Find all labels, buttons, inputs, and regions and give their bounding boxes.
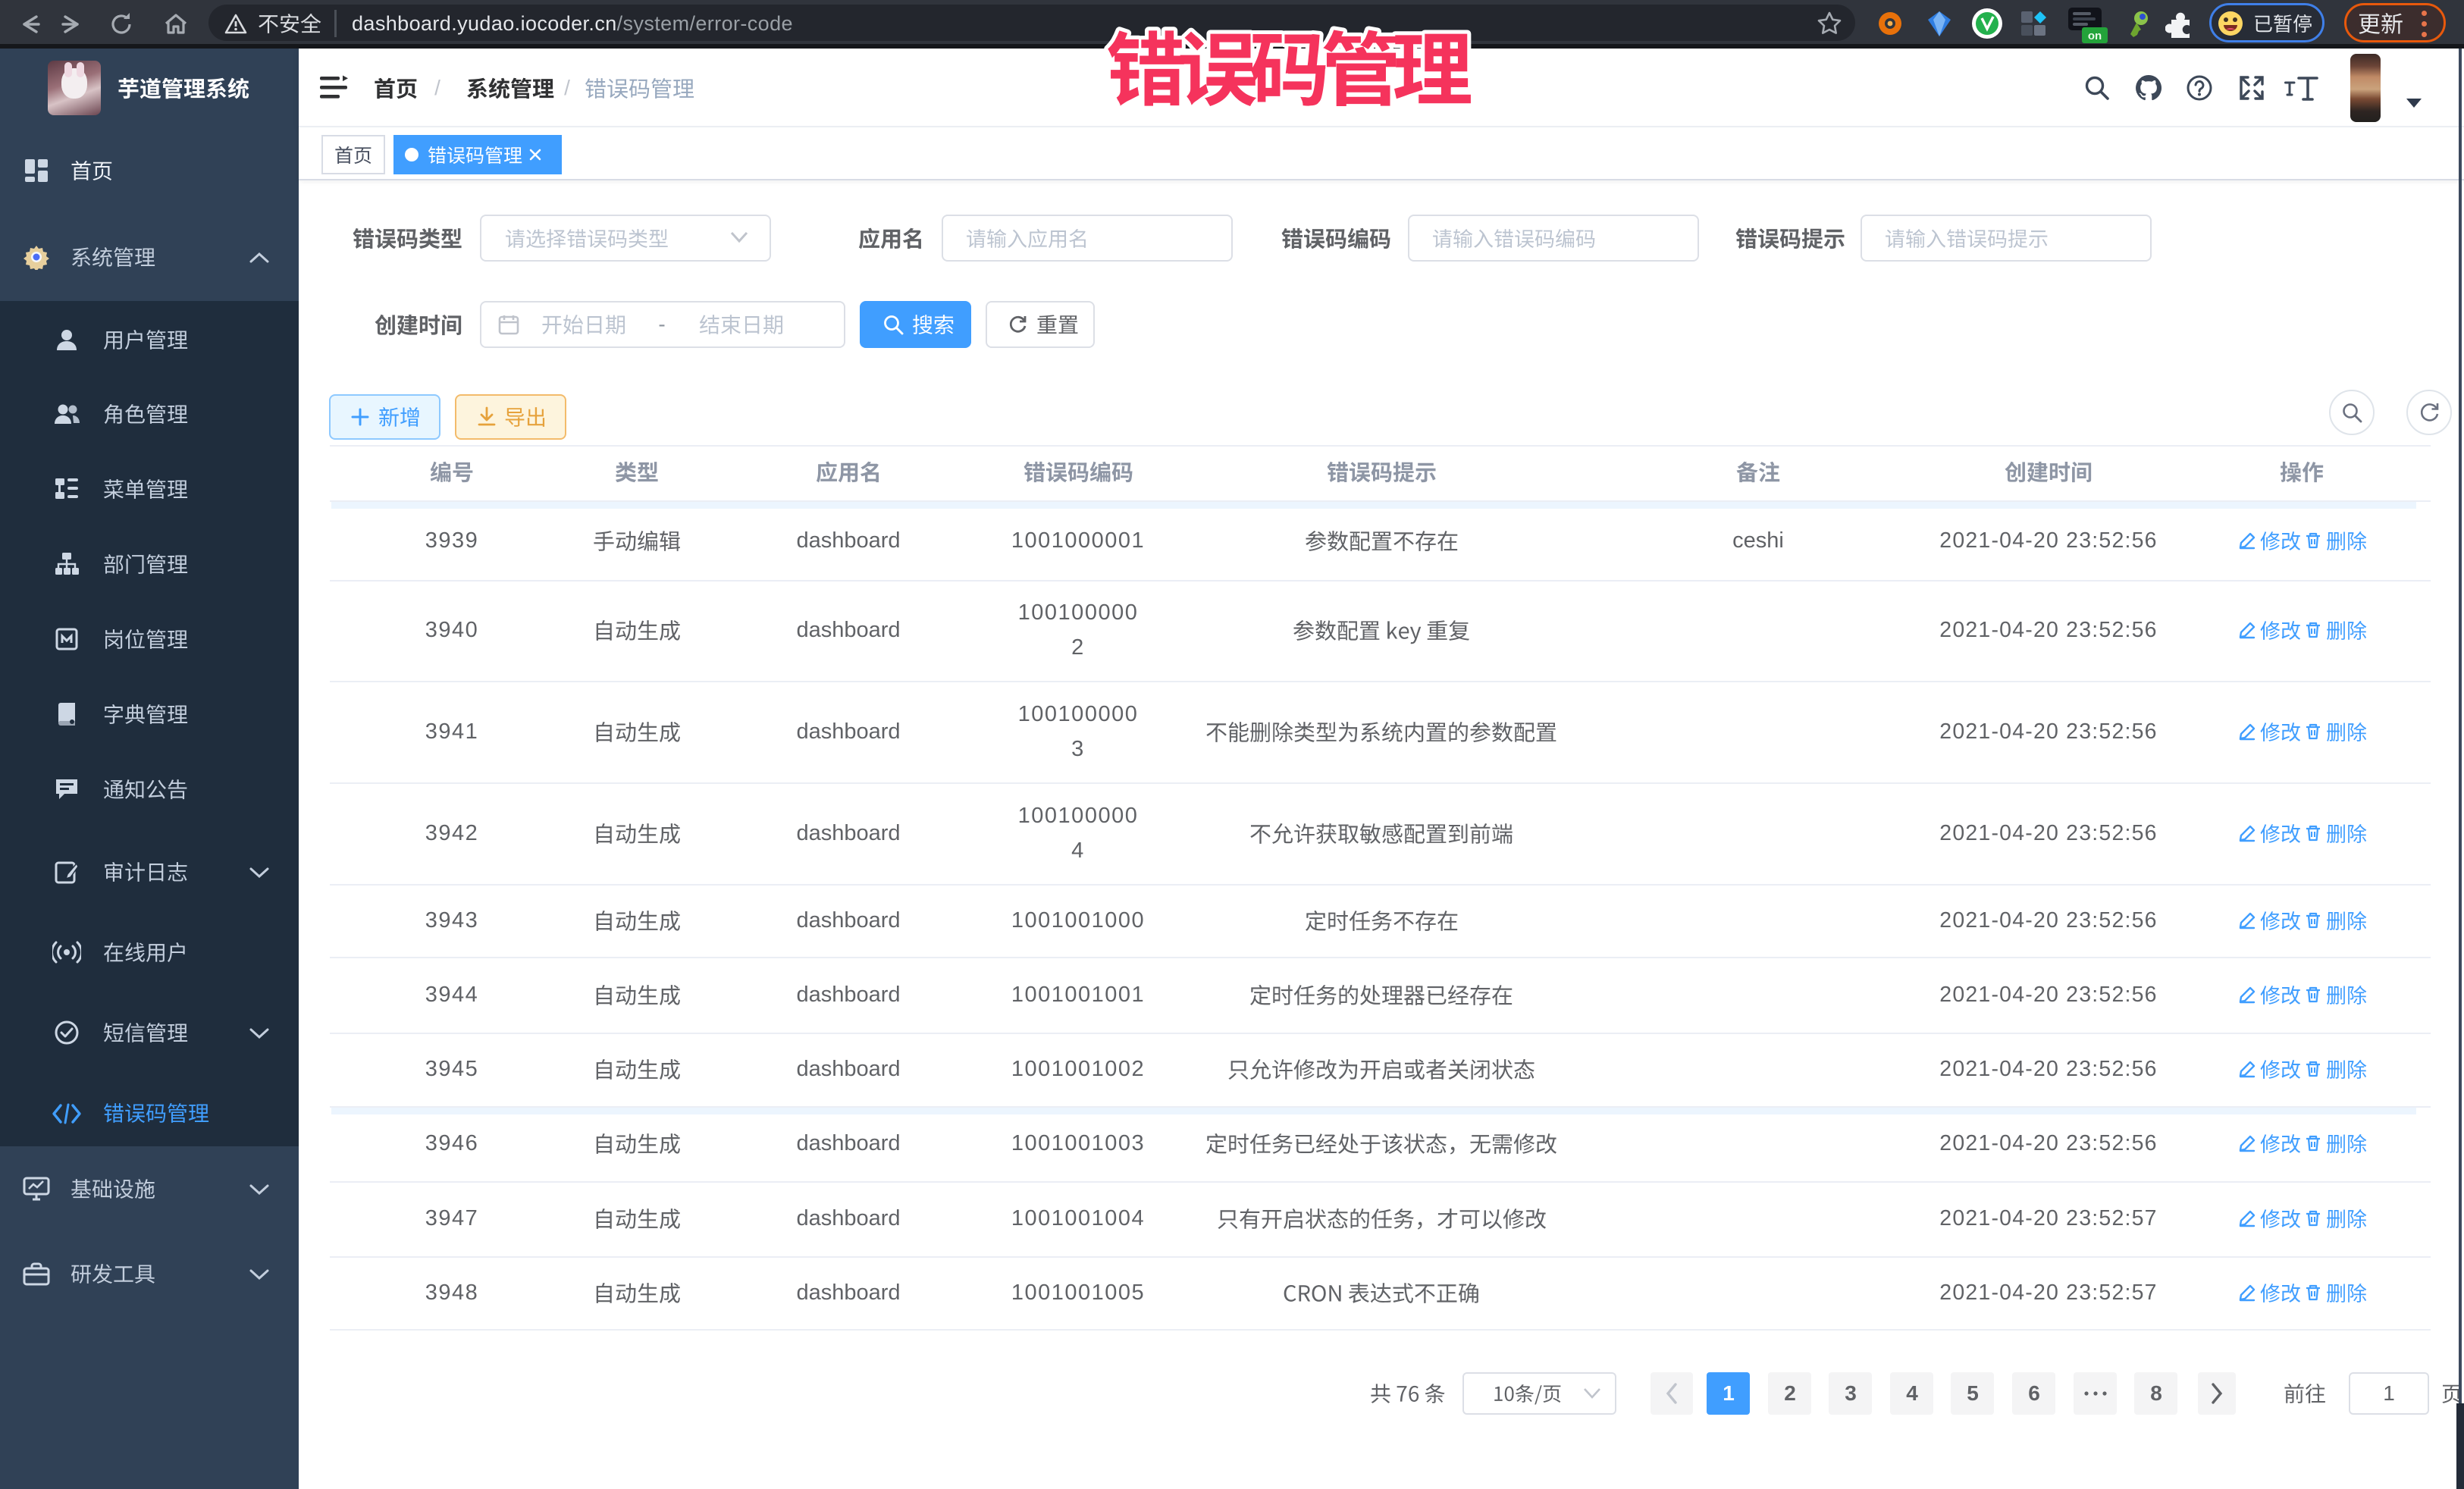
svg-text:on: on [2088,30,2102,42]
